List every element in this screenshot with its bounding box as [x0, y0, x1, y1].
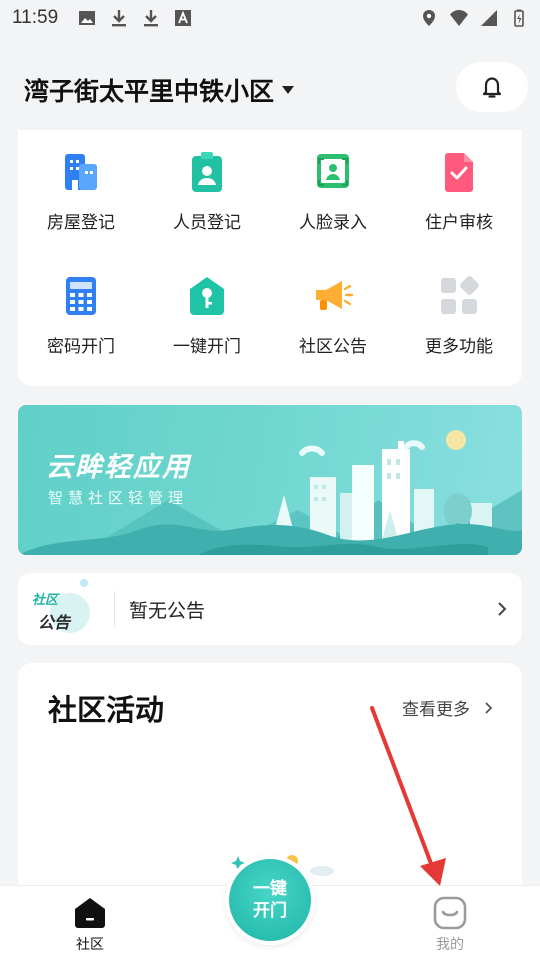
caret-down-icon	[282, 86, 295, 94]
function-grid-card: 房屋登记 人员登记 人脸录入 住户审核 密码开门 一键开门 社区公告 更多功能	[18, 130, 522, 386]
smiley-face-icon	[433, 896, 467, 930]
image-notification-icon	[79, 11, 96, 25]
nav-community-label: 社区	[76, 937, 104, 953]
house-register-item[interactable]: 房屋登记	[18, 130, 144, 254]
grid-label: 人脸录入	[299, 213, 367, 233]
grid-label: 住户审核	[425, 213, 493, 233]
download-icon	[112, 10, 127, 27]
home-icon	[75, 898, 105, 928]
location-icon	[423, 10, 435, 26]
more-functions-item[interactable]: 更多功能	[396, 254, 522, 378]
megaphone-icon	[316, 281, 354, 310]
community-selector[interactable]: 湾子街太平里中铁小区	[24, 72, 295, 108]
notice-bar[interactable]: 社区 公告 暂无公告	[18, 573, 522, 645]
status-bar: 11:59	[0, 0, 540, 36]
promo-banner[interactable]: 云眸轻应用 智慧社区轻管理	[18, 405, 522, 555]
grid-label: 人员登记	[173, 213, 241, 233]
person-register-item[interactable]: 人员登记	[144, 130, 270, 254]
header: 湾子街太平里中铁小区	[0, 60, 540, 116]
nav-mine-label: 我的	[436, 937, 464, 953]
notice-badge-line1: 社区	[32, 593, 59, 608]
person-badge-icon	[192, 152, 222, 192]
chevron-right-icon	[485, 701, 493, 714]
bell-icon	[482, 77, 502, 98]
text-notification-icon	[175, 10, 192, 26]
status-time: 11:59	[12, 7, 59, 28]
nav-mine[interactable]: 我的	[410, 896, 490, 954]
download-icon	[144, 10, 159, 27]
activity-title: 社区活动	[48, 693, 165, 727]
grid-label: 密码开门	[47, 337, 115, 357]
see-more-link[interactable]: 查看更多	[402, 695, 494, 720]
grid-label: 社区公告	[299, 337, 367, 357]
face-enroll-item[interactable]: 人脸录入	[270, 130, 396, 254]
center-button-line1: 一键	[253, 879, 287, 899]
face-scan-icon	[317, 154, 349, 188]
grid-label: 更多功能	[425, 337, 493, 357]
resident-review-item[interactable]: 住户审核	[396, 130, 522, 254]
grid-label: 房屋登记	[47, 213, 115, 233]
grid-label: 一键开门	[173, 337, 241, 357]
banner-subtitle: 智慧社区轻管理	[48, 489, 189, 507]
center-button-line2: 开门	[253, 901, 287, 921]
keypad-icon	[66, 277, 96, 315]
chevron-right-icon	[482, 600, 522, 618]
nav-community[interactable]: 社区	[50, 896, 130, 954]
password-open-item[interactable]: 密码开门	[18, 254, 144, 378]
see-more-label: 查看更多	[402, 700, 470, 720]
notification-button[interactable]	[456, 62, 528, 112]
notice-badge: 社区 公告	[18, 573, 114, 645]
community-notice-item[interactable]: 社区公告	[270, 254, 396, 378]
one-key-open-item[interactable]: 一键开门	[144, 254, 270, 378]
banner-title: 云眸轻应用	[46, 452, 191, 483]
notice-divider	[114, 591, 115, 627]
wifi-icon	[450, 10, 468, 26]
notice-text: 暂无公告	[129, 599, 206, 622]
battery-icon	[514, 9, 524, 27]
signal-icon	[481, 10, 497, 26]
check-document-icon	[445, 153, 473, 192]
one-key-open-button[interactable]: 一键 开门	[225, 855, 315, 945]
key-house-icon	[190, 277, 224, 315]
community-name: 湾子街太平里中铁小区	[24, 77, 275, 106]
grid-more-icon	[441, 276, 479, 314]
building-icon	[65, 154, 97, 190]
notice-badge-line2: 公告	[38, 613, 71, 632]
